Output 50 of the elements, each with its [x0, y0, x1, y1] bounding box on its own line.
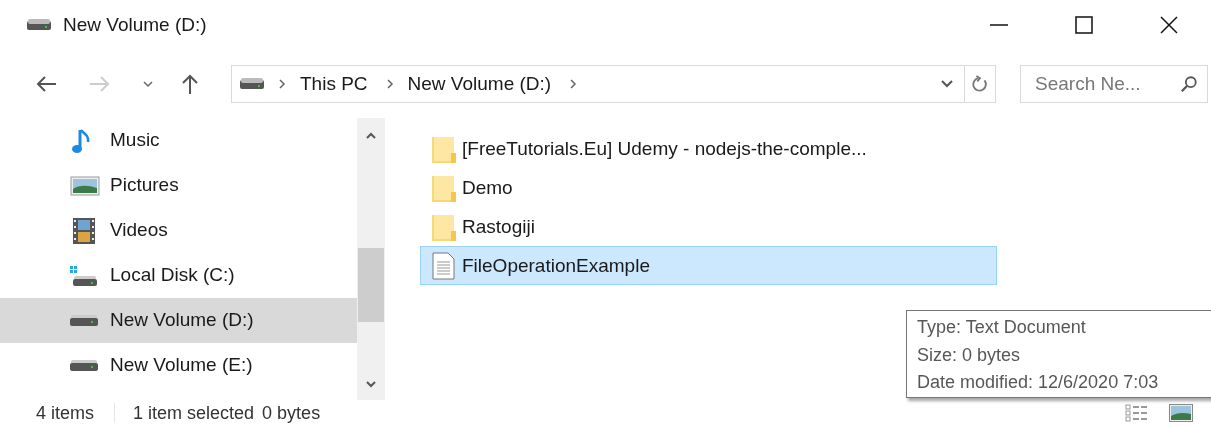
tooltip-line: Type: Text Document: [917, 316, 1086, 339]
tooltip-line: Size: 0 bytes: [917, 343, 1021, 367]
breadcrumb[interactable]: New Volume (D:): [407, 73, 552, 95]
file-item[interactable]: [FreeTutorials.Eu] Udemy - nodejs-the-comple...: [420, 129, 997, 168]
up-arrow-icon: [180, 73, 200, 95]
sidebar-item[interactable]: Videos: [0, 208, 357, 253]
selection-count: 1 item selected: [133, 402, 255, 424]
drive-icon: [240, 78, 264, 90]
drive-icon: [70, 314, 98, 327]
file-item[interactable]: FileOperationExample: [420, 246, 997, 285]
sidebar-item[interactable]: New Volume (E:): [0, 343, 357, 388]
folder-icon: [432, 212, 456, 241]
close-icon: [1158, 15, 1179, 35]
scroll-thumb[interactable]: [358, 248, 384, 322]
chevron-icon: [569, 78, 578, 90]
dropdown-icon[interactable]: [940, 79, 954, 89]
file-item[interactable]: Demo: [420, 168, 997, 207]
scroll-down-icon[interactable]: [365, 380, 377, 388]
large-icons-view-icon[interactable]: [1169, 404, 1193, 422]
scrollbar[interactable]: [357, 118, 385, 400]
drive-icon: [27, 19, 51, 31]
refresh-icon: [971, 75, 989, 93]
selection-size: 0 bytes: [262, 402, 321, 424]
sidebar-item[interactable]: New Volume (D:): [0, 298, 357, 343]
back-arrow-icon: [35, 74, 57, 94]
chevron-icon: [385, 78, 394, 90]
sidebar-item[interactable]: Local Disk (C:): [0, 253, 357, 298]
drive-icon: [70, 359, 98, 372]
chevron-icon: [278, 78, 286, 90]
forward-arrow-icon: [89, 74, 111, 94]
tooltip-line: Date modified: 12/6/2020 7:03: [917, 371, 1159, 394]
scroll-up-icon[interactable]: [365, 132, 377, 140]
folder-icon: [432, 173, 456, 202]
breadcrumb[interactable]: This PC: [300, 73, 368, 95]
search-icon: [1180, 75, 1198, 93]
sidebar-item[interactable]: Pictures: [0, 163, 357, 208]
film-strip-icon: [70, 216, 98, 245]
landscape-icon: [70, 173, 100, 198]
folder-icon: [432, 134, 456, 163]
text-document-icon: [432, 251, 456, 280]
window-title: New Volume (D:): [63, 14, 207, 36]
search-field[interactable]: Search Ne...: [1020, 65, 1208, 103]
file-item[interactable]: Rastogiji: [420, 207, 997, 246]
address-bar[interactable]: This PC New Volume (D:): [231, 65, 996, 103]
maximize-icon: [1073, 15, 1094, 35]
system-drive-icon: [70, 263, 98, 288]
sidebar-item[interactable]: Music: [0, 118, 357, 163]
chevron-down-icon: [142, 80, 154, 88]
minimize-icon: [989, 24, 1008, 26]
item-count: 4 items: [36, 402, 95, 424]
